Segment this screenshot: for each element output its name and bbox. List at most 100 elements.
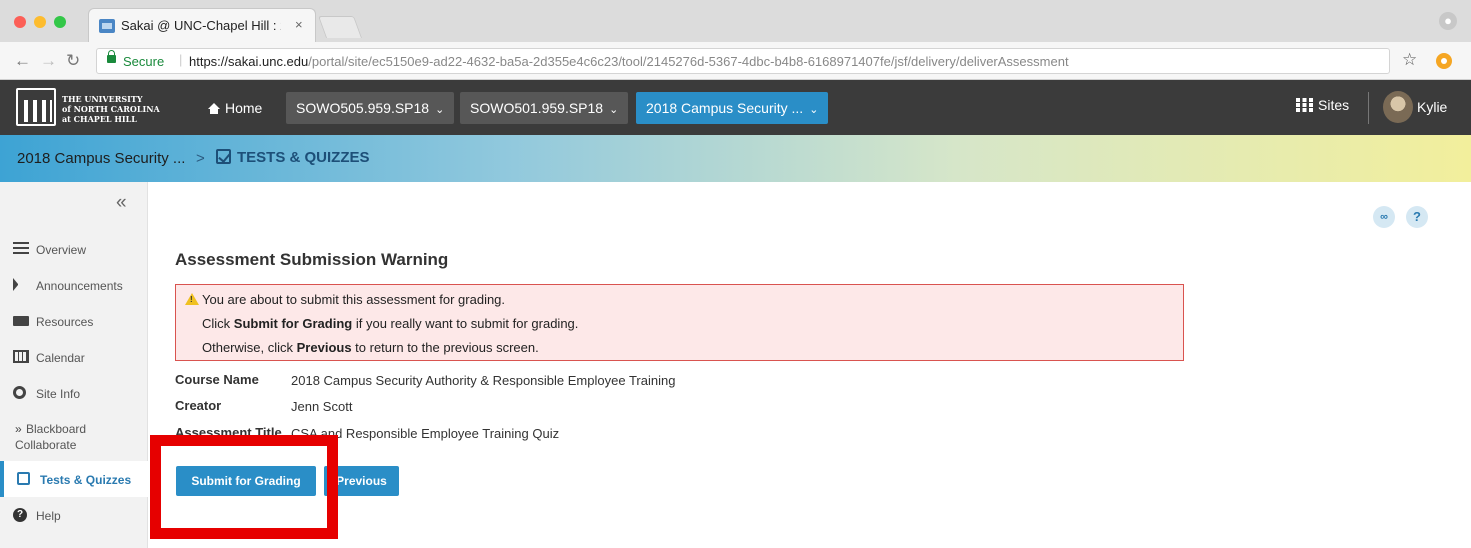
logo-line-2: of NORTH CAROLINA bbox=[62, 104, 160, 114]
close-window-icon[interactable] bbox=[14, 16, 26, 28]
sidebar-item-label: Site Info bbox=[36, 387, 81, 401]
avatar[interactable] bbox=[1383, 91, 1413, 123]
list-icon bbox=[13, 242, 29, 255]
chevron-down-icon: ⌄ bbox=[609, 104, 619, 116]
logo-line-3: at CHAPEL HILL bbox=[62, 114, 137, 124]
grid-icon bbox=[1296, 98, 1313, 112]
sidebar-item-tests-quizzes[interactable]: Tests & Quizzes bbox=[0, 461, 148, 497]
sidebar-item-label: Calendar bbox=[36, 351, 85, 365]
chevron-down-icon: ⌄ bbox=[435, 104, 445, 116]
browser-profile-icon[interactable]: ● bbox=[1439, 12, 1457, 30]
nav-site-current[interactable]: 2018 Campus Security ... ⌄ bbox=[636, 92, 829, 124]
url-text: https://sakai.unc.edu/portal/site/ec5150… bbox=[189, 54, 1069, 69]
assessment-title-label: Assessment Title bbox=[175, 425, 282, 440]
sidebar-item-label-line2: Collaborate bbox=[15, 438, 77, 452]
sidebar-item-resources[interactable]: Resources bbox=[0, 303, 148, 339]
sidebar-item-label: Tests & Quizzes bbox=[40, 473, 132, 487]
old-well-icon bbox=[16, 88, 56, 126]
breadcrumb: 2018 Campus Security ... > TESTS & QUIZZ… bbox=[0, 135, 1471, 182]
address-bar[interactable]: Secure | https://sakai.unc.edu/portal/si… bbox=[96, 48, 1390, 74]
minimize-window-icon[interactable] bbox=[34, 16, 46, 28]
warning-text: if you really want to submit for grading… bbox=[352, 316, 579, 331]
sites-button[interactable]: Sites bbox=[1296, 97, 1349, 113]
page-title: Assessment Submission Warning bbox=[175, 250, 449, 269]
secure-label: Secure bbox=[123, 54, 165, 69]
extension-icon[interactable] bbox=[1436, 53, 1452, 69]
breadcrumb-separator: > bbox=[196, 150, 205, 167]
nav-home[interactable]: Home bbox=[198, 92, 272, 124]
tool-menu: « Overview Announcements Resources Calen… bbox=[0, 182, 148, 548]
bookmark-star-icon[interactable]: ☆ bbox=[1402, 50, 1417, 70]
sidebar-item-label: Announcements bbox=[36, 279, 123, 293]
sidebar-item-label: Overview bbox=[36, 243, 87, 257]
sidebar-item-label: Blackboard bbox=[26, 422, 87, 436]
new-tab-button[interactable] bbox=[317, 16, 363, 38]
sidebar-item-label: Help bbox=[36, 509, 61, 523]
checkbox-icon bbox=[17, 472, 30, 485]
nav-site-sowo505[interactable]: SOWO505.959.SP18 ⌄ bbox=[286, 92, 455, 124]
help-icon: ? bbox=[13, 508, 27, 522]
breadcrumb-tool[interactable]: TESTS & QUIZZES bbox=[216, 149, 370, 166]
maximize-window-icon[interactable] bbox=[54, 16, 66, 28]
url-path: /portal/site/ec5150e9-ad22-4632-ba5a-2d3… bbox=[308, 54, 1069, 69]
checkbox-icon bbox=[216, 149, 231, 164]
help-icon[interactable]: ? bbox=[1406, 206, 1428, 228]
lock-icon bbox=[107, 50, 116, 63]
sidebar-item-site-info[interactable]: Site Info bbox=[0, 375, 148, 411]
back-arrow-icon[interactable]: ← bbox=[14, 51, 31, 71]
warning-line-2: Click Submit for Grading if you really w… bbox=[202, 316, 578, 331]
warning-icon bbox=[185, 293, 199, 305]
warning-emphasis: Submit for Grading bbox=[233, 316, 353, 331]
course-name-label: Course Name bbox=[175, 372, 259, 387]
site-header: THE UNIVERSITY of NORTH CAROLINA at CHAP… bbox=[0, 80, 1471, 135]
sidebar-item-label: Resources bbox=[36, 315, 94, 329]
warning-text: to return to the previous screen. bbox=[351, 340, 539, 355]
sidebar-item-calendar[interactable]: Calendar bbox=[0, 339, 148, 375]
nav-site-label: 2018 Campus Security ... bbox=[646, 100, 804, 116]
creator-value: Jenn Scott bbox=[291, 399, 353, 414]
warning-message: You are about to submit this assessment … bbox=[175, 284, 1184, 361]
home-icon bbox=[208, 103, 220, 114]
sakai-favicon-icon bbox=[99, 19, 115, 33]
nav-site-label: SOWO501.959.SP18 bbox=[470, 100, 604, 116]
url-separator: | bbox=[179, 52, 183, 67]
sidebar-item-announcements[interactable]: Announcements bbox=[0, 267, 148, 303]
submit-for-grading-button[interactable]: Submit for Grading bbox=[176, 466, 316, 496]
browser-tab[interactable]: Sakai @ UNC-Chapel Hill : 201 × bbox=[88, 8, 316, 42]
tab-close-icon[interactable]: × bbox=[295, 17, 303, 32]
creator-label: Creator bbox=[175, 398, 222, 413]
course-name-value: 2018 Campus Security Authority & Respons… bbox=[291, 373, 676, 388]
sites-label: Sites bbox=[1318, 97, 1350, 113]
warning-text: Click bbox=[202, 316, 234, 331]
previous-button[interactable]: Previous bbox=[324, 466, 399, 496]
sidebar-item-overview[interactable]: Overview bbox=[0, 231, 148, 267]
sidebar-item-help[interactable]: ? Help bbox=[0, 497, 148, 533]
nav-home-label: Home bbox=[225, 100, 263, 116]
warning-line-1: You are about to submit this assessment … bbox=[202, 292, 506, 307]
sidebar-item-blackboard-collaborate[interactable]: » Blackboard Collaborate bbox=[0, 414, 148, 460]
logo-line-1: THE UNIVERSITY bbox=[62, 94, 143, 104]
browser-tab-bar: Sakai @ UNC-Chapel Hill : 201 × ● bbox=[0, 0, 1471, 42]
user-name[interactable]: Kylie bbox=[1417, 99, 1447, 115]
university-name: THE UNIVERSITY of NORTH CAROLINA at CHAP… bbox=[62, 94, 160, 124]
breadcrumb-site[interactable]: 2018 Campus Security ... bbox=[17, 150, 185, 167]
reload-icon[interactable]: ↻ bbox=[66, 51, 80, 71]
warning-text: Otherwise, click bbox=[202, 340, 297, 355]
nav-site-label: SOWO505.959.SP18 bbox=[296, 100, 430, 116]
folder-icon bbox=[13, 316, 29, 326]
url-host: https://sakai.unc.edu bbox=[189, 54, 309, 69]
warning-line-3: Otherwise, click Previous to return to t… bbox=[202, 340, 539, 355]
megaphone-icon bbox=[13, 278, 29, 291]
chevron-down-icon: ⌄ bbox=[809, 104, 819, 116]
forward-arrow-icon[interactable]: → bbox=[40, 51, 57, 71]
unc-logo[interactable] bbox=[16, 88, 60, 126]
assessment-title-value: CSA and Responsible Employee Training Qu… bbox=[291, 426, 560, 441]
header-divider bbox=[1368, 92, 1369, 124]
nav-site-sowo501[interactable]: SOWO501.959.SP18 ⌄ bbox=[460, 92, 629, 124]
warning-emphasis: Previous bbox=[296, 340, 352, 355]
breadcrumb-tool-label: TESTS & QUIZZES bbox=[237, 149, 370, 166]
calendar-icon bbox=[13, 350, 29, 363]
collapse-menu-icon[interactable]: « bbox=[116, 192, 127, 214]
gear-icon bbox=[13, 386, 26, 399]
link-icon[interactable]: ∞ bbox=[1373, 206, 1395, 228]
